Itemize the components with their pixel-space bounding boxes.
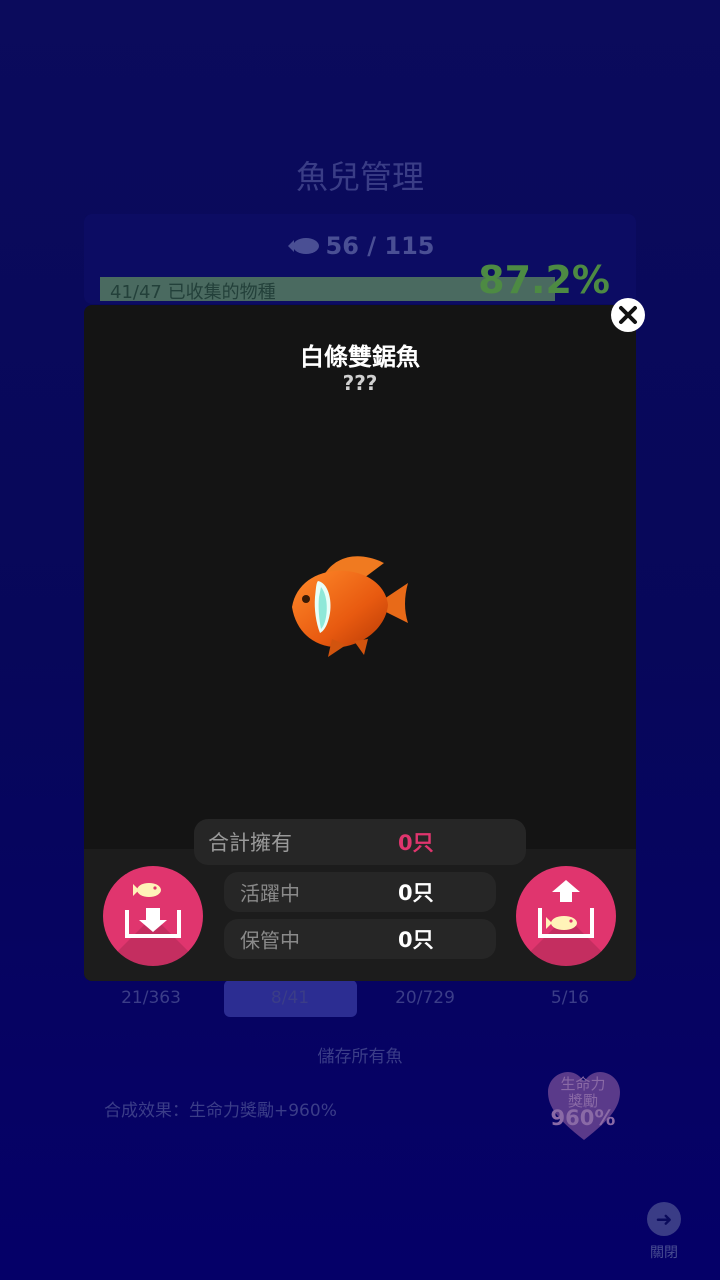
active-label: 活躍中 [240, 881, 300, 906]
total-owned-value: 0只 [398, 831, 434, 855]
page-title: 魚兒管理 [295, 158, 424, 196]
tab-value-2[interactable]: 8/41 [230, 988, 350, 1008]
total-owned-label: 合計擁有 [208, 831, 292, 855]
active-value: 0只 [398, 881, 434, 905]
background-close-label: 關閉 [650, 1245, 678, 1261]
synthesis-effect-text: 合成效果：生命力獎勵+960% [104, 1101, 337, 1121]
stored-row: 保管中 0只 [224, 919, 496, 959]
background-close-button[interactable]: ➜ 關閉 [646, 1202, 682, 1262]
collection-percent: 87.2% [478, 258, 610, 302]
fish-subtitle: ??? [342, 371, 378, 395]
clownfish-image [292, 556, 408, 657]
close-button[interactable] [611, 298, 645, 332]
fish-up-out-of-box-icon [538, 880, 594, 938]
tab-value-3[interactable]: 20/729 [365, 988, 485, 1008]
release-fish-button[interactable] [516, 866, 616, 966]
fish-detail-modal: 白條雙鋸魚 ??? 合計擁有 0只 活躍中 0只 保管中 0只 [84, 298, 645, 981]
tab-value-4[interactable]: 5/16 [510, 988, 630, 1008]
close-icon [619, 306, 637, 324]
save-all-fish-button[interactable]: 儲存所有魚 [0, 1042, 720, 1067]
active-row: 活躍中 0只 [224, 872, 496, 912]
fish-icon [287, 238, 319, 254]
store-fish-button[interactable] [103, 866, 203, 966]
stored-label: 保管中 [240, 928, 300, 953]
arrow-right-icon: ➜ [647, 1202, 681, 1236]
fish-name: 白條雙鋸魚 [300, 343, 420, 371]
fish-down-into-box-icon [125, 883, 181, 938]
total-owned-row: 合計擁有 0只 [194, 819, 526, 865]
collection-progress-text: 41/47 已收集的物種 [110, 282, 276, 303]
tab-value-1[interactable]: 21/363 [91, 988, 211, 1008]
stored-value: 0只 [398, 928, 434, 952]
vitality-bonus-percent: 960% [550, 1106, 616, 1130]
vitality-bonus-badge: 生命力 獎勵 960% [540, 1075, 626, 1130]
vitality-bonus-label: 生命力 獎勵 [560, 1075, 606, 1110]
fish-count: 56 / 115 [0, 232, 720, 260]
fish-count-text: 56 / 115 [325, 232, 435, 260]
